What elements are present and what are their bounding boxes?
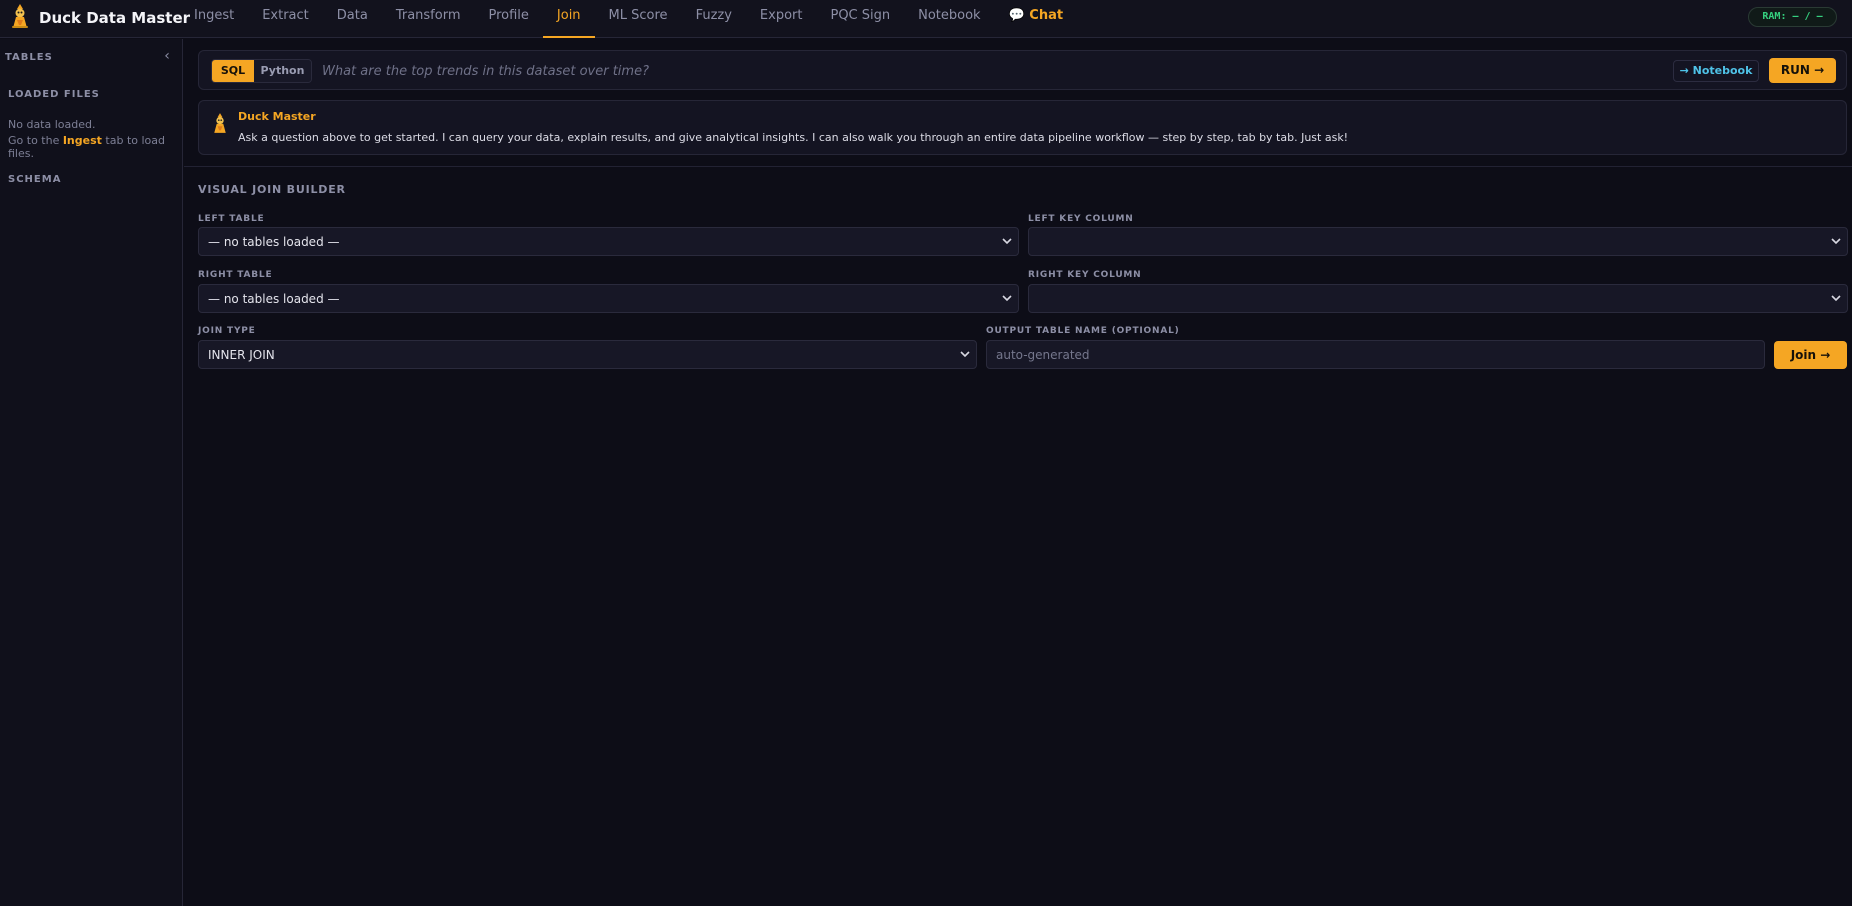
ram-status-badge: RAM: — / —: [1748, 7, 1837, 27]
join-builder-title: VISUAL JOIN BUILDER: [198, 183, 346, 196]
tab-join[interactable]: Join: [542, 0, 595, 38]
run-button[interactable]: RUN →: [1769, 58, 1836, 83]
app-title: Duck Data Master: [39, 9, 191, 27]
query-input[interactable]: [322, 59, 1482, 83]
python-toggle-button[interactable]: Python: [254, 60, 311, 82]
chevron-down-icon: [1831, 238, 1841, 245]
tab-export[interactable]: Export: [746, 0, 817, 38]
join-type-value: INNER JOIN: [208, 348, 275, 362]
left-table-select[interactable]: — no tables loaded —: [198, 227, 1019, 256]
tab-data[interactable]: Data: [323, 0, 382, 38]
chevron-left-icon[interactable]: ‹: [160, 48, 174, 64]
tab-notebook[interactable]: Notebook: [904, 0, 994, 38]
left-key-column-select[interactable]: [1028, 227, 1848, 256]
tab-transform[interactable]: Transform: [382, 0, 475, 38]
tab-ingest[interactable]: Ingest: [180, 0, 248, 38]
left-table-value: — no tables loaded —: [208, 235, 340, 249]
right-key-column-label: RIGHT KEY COLUMN: [1028, 270, 1142, 280]
language-toggle: SQL Python: [211, 59, 312, 83]
sidebar: TABLES ‹ LOADED FILES No data loaded. Go…: [0, 39, 183, 906]
ingest-hint-prefix: Go to the: [8, 134, 63, 147]
top-bar: Duck Data Master Ingest Extract Data Tra…: [0, 0, 1852, 38]
output-table-name-label: OUTPUT TABLE NAME (OPTIONAL): [986, 326, 1180, 336]
duck-master-logo-icon: [9, 3, 31, 33]
tab-extract[interactable]: Extract: [248, 0, 323, 38]
tab-fuzzy[interactable]: Fuzzy: [682, 0, 746, 38]
output-table-name-input[interactable]: [986, 340, 1765, 369]
section-divider: [184, 166, 1852, 167]
assistant-message-card: Duck Master Ask a question above to get …: [198, 100, 1847, 155]
no-data-message: No data loaded.: [8, 118, 96, 131]
left-table-label: LEFT TABLE: [198, 214, 265, 224]
tab-pqc-sign[interactable]: PQC Sign: [816, 0, 904, 38]
sql-toggle-button[interactable]: SQL: [212, 60, 254, 82]
ingest-link[interactable]: Ingest: [63, 134, 102, 147]
query-bar: SQL Python → Notebook RUN →: [198, 50, 1847, 90]
assistant-name: Duck Master: [238, 110, 316, 123]
tab-ml-score[interactable]: ML Score: [595, 0, 682, 38]
brand[interactable]: Duck Data Master: [9, 3, 191, 33]
tab-profile[interactable]: Profile: [474, 0, 542, 38]
chevron-down-icon: [1002, 238, 1012, 245]
right-key-column-select[interactable]: [1028, 284, 1848, 313]
right-table-label: RIGHT TABLE: [198, 270, 273, 280]
tables-heading: TABLES: [5, 52, 53, 63]
right-table-value: — no tables loaded —: [208, 292, 340, 306]
send-to-notebook-button[interactable]: → Notebook: [1673, 60, 1759, 82]
chevron-down-icon: [960, 351, 970, 358]
duck-master-avatar-icon: [211, 112, 229, 138]
right-table-select[interactable]: — no tables loaded —: [198, 284, 1019, 313]
join-button[interactable]: Join →: [1774, 341, 1847, 369]
chevron-down-icon: [1002, 295, 1012, 302]
main-nav: Ingest Extract Data Transform Profile Jo…: [180, 0, 1077, 38]
loaded-files-heading: LOADED FILES: [8, 89, 100, 100]
assistant-message: Ask a question above to get started. I c…: [238, 131, 1349, 144]
chevron-down-icon: [1831, 295, 1841, 302]
tab-chat[interactable]: 💬 Chat: [995, 0, 1078, 38]
join-type-select[interactable]: INNER JOIN: [198, 340, 977, 369]
left-key-column-label: LEFT KEY COLUMN: [1028, 214, 1134, 224]
schema-heading: SCHEMA: [8, 174, 62, 185]
ingest-hint: Go to the Ingest tab to load files.: [8, 134, 182, 160]
join-type-label: JOIN TYPE: [198, 326, 256, 336]
